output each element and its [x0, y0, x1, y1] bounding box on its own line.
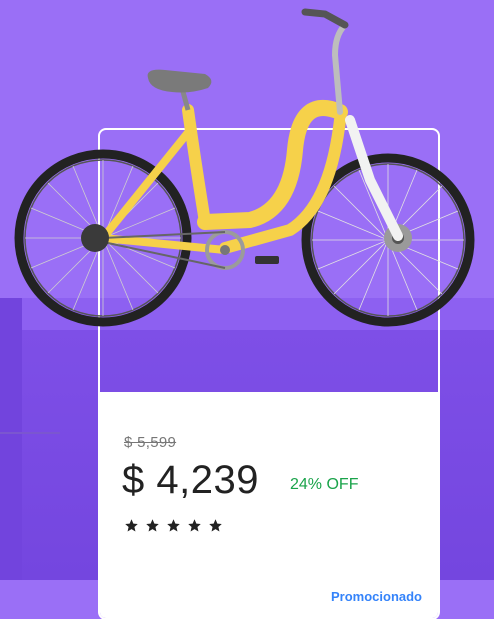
handlebar — [301, 8, 349, 29]
star-icon — [167, 519, 180, 532]
discount-badge: 24% OFF — [290, 476, 359, 493]
star-icon — [209, 519, 222, 532]
promoted-label: Promocionado — [330, 589, 422, 604]
rating-stars — [124, 518, 223, 533]
product-info[interactable]: $ 5,599 $ 4,239 24% OFF Promocionado — [100, 392, 438, 618]
floor-line — [0, 432, 60, 434]
original-price: $ 5,599 — [124, 434, 177, 451]
promo-banner: $ 5,599 $ 4,239 24% OFF Promocionado — [0, 0, 494, 619]
current-price: $ 4,239 — [122, 458, 259, 502]
star-icon — [146, 519, 159, 532]
star-icon — [125, 519, 138, 532]
bicycle-icon — [14, 8, 475, 327]
saddle — [147, 69, 212, 93]
star-icon — [188, 519, 201, 532]
front-fork — [345, 115, 403, 241]
stem — [331, 22, 348, 115]
